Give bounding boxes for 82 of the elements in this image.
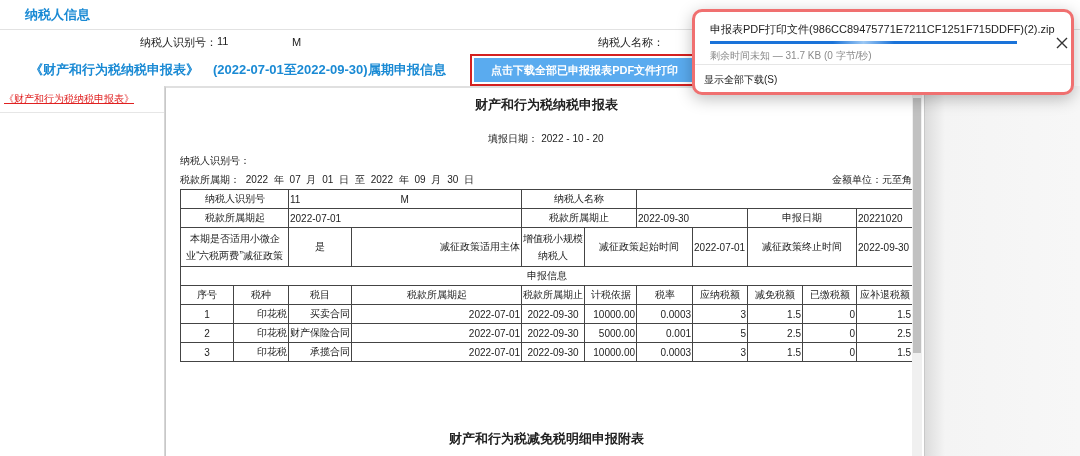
table-cell: 1.5 — [897, 308, 912, 320]
column-header: 税率 — [654, 289, 675, 300]
column-header: 税种 — [251, 289, 271, 300]
fill-date-label: 填报日期： — [488, 133, 539, 144]
table-cell: 10000.00 — [593, 346, 635, 358]
table-cell: 税款所属期止 — [549, 212, 609, 223]
table-cell: 减征政策适用主体 — [440, 241, 520, 252]
table-cell: 10000.00 — [593, 308, 635, 320]
table-cell: 3 — [740, 346, 746, 358]
table-cell: 2.5 — [787, 327, 801, 339]
file-name[interactable]: 申报表PDF打印文件(986CC89475771E7211CF1251F715DDFF)(2).zip — [710, 22, 1055, 38]
table-cell: 买卖合同 — [310, 308, 350, 319]
table-cell: 1.5 — [787, 346, 801, 358]
table-cell: 申报日期 — [782, 212, 822, 223]
amount-unit: 金额单位：元至角 — [832, 173, 912, 187]
table-cell: 承揽合同 — [310, 346, 350, 357]
table-cell: 1.5 — [787, 308, 801, 320]
appendix-title: 财产和行为税减免税明细申报附表 — [448, 431, 644, 446]
download-status: 剩余时间未知 — 31.7 KB (0 字节/秒) — [710, 49, 873, 63]
table-cell: 0.001 — [666, 327, 691, 339]
table-cell: 5000.00 — [598, 327, 635, 339]
table-cell: 减征政策终止时间 — [762, 241, 842, 252]
column-header: 序号 — [197, 289, 217, 300]
taxpayer-name-label: 纳税人名称： — [598, 34, 664, 50]
table-cell: 0 — [849, 327, 855, 339]
form-title: 《财产和行为税纳税申报表》 — [30, 61, 199, 79]
table-cell: 2022-07-01 — [694, 241, 746, 253]
table-cell: 20221020 — [858, 212, 903, 224]
table-cell: 本期是否适用小微企业“六税两费”减征政策 — [186, 233, 283, 261]
section-title: 纳税人信息 — [25, 5, 90, 24]
table-cell: 0 — [849, 346, 855, 358]
column-header: 应补退税额 — [859, 289, 910, 300]
taxpayer-id-label: 纳税人识别号： — [140, 34, 217, 50]
table-cell: 3 — [204, 346, 210, 358]
table-cell: 3 — [740, 308, 746, 320]
table-cell: 1 — [204, 308, 210, 320]
table-cell: 2022-09-30 — [527, 327, 579, 339]
table-cell: 是 — [315, 241, 325, 252]
table-cell: M — [400, 193, 409, 205]
table-cell: 申报信息 — [526, 270, 567, 281]
table-cell: 2022-09-30 — [858, 241, 910, 253]
table-cell: 印花税 — [257, 308, 287, 319]
table-cell: 减征政策起始时间 — [598, 241, 679, 252]
table-cell: 印花税 — [257, 327, 287, 338]
table-cell: 5 — [740, 327, 746, 339]
period-title: (2022-07-01至2022-09-30)属期申报信息 — [213, 61, 446, 79]
taxpayer-id-prefix: 11 — [217, 34, 229, 49]
table-cell: 2022-07-01 — [290, 212, 342, 224]
fill-date: 2022 - 10 - 20 — [541, 133, 604, 144]
table-cell: 0.0003 — [660, 346, 691, 358]
table-cell: 财产保险合同 — [290, 327, 350, 338]
column-header: 税目 — [310, 289, 330, 300]
document-title: 财产和行为税纳税申报表 — [474, 97, 618, 112]
close-icon[interactable] — [1054, 36, 1069, 50]
table-cell: 11 — [290, 193, 301, 205]
table-cell: 纳税人识别号 — [204, 193, 265, 204]
table-cell: 2022-07-01 — [468, 346, 520, 358]
show-all-downloads-link[interactable]: 显示全部下载(S) — [704, 73, 778, 87]
table-cell: 2022-07-01 — [468, 308, 520, 320]
taxpayer-id-label: 纳税人识别号： — [180, 155, 250, 166]
tax-period: 税款所属期： 2022 年 07 月 01 日 至 2022 年 09 月 30 日 — [180, 173, 475, 187]
column-header: 已缴税额 — [809, 289, 850, 300]
table-cell: 2022-09-30 — [527, 308, 579, 320]
sidebar-link[interactable]: 《财产和行为税纳税申报表》 — [4, 92, 134, 106]
column-header: 税款所属期止 — [523, 289, 583, 300]
column-header: 税款所属期起 — [406, 289, 467, 300]
table-cell: 2.5 — [897, 327, 912, 339]
table-cell: 印花税 — [257, 346, 287, 357]
table-cell: 2022-09-30 — [527, 346, 579, 358]
column-header: 计税依据 — [590, 289, 631, 300]
table-cell: 0 — [849, 308, 855, 320]
table-cell: 2022-07-01 — [468, 327, 520, 339]
column-header: 减免税额 — [755, 289, 795, 300]
table-cell: 0.0003 — [660, 308, 691, 320]
taxpayer-id-suffix: M — [292, 36, 302, 48]
table-cell: 2 — [204, 327, 210, 339]
table-cell: 增值税小规模纳税人 — [523, 233, 583, 261]
table-cell: 1.5 — [897, 346, 912, 358]
table-cell: 税款所属期起 — [204, 212, 265, 223]
column-header: 应纳税额 — [700, 289, 740, 300]
table-cell: 纳税人名称 — [554, 193, 604, 204]
table-cell: 2022-09-30 — [638, 212, 690, 224]
